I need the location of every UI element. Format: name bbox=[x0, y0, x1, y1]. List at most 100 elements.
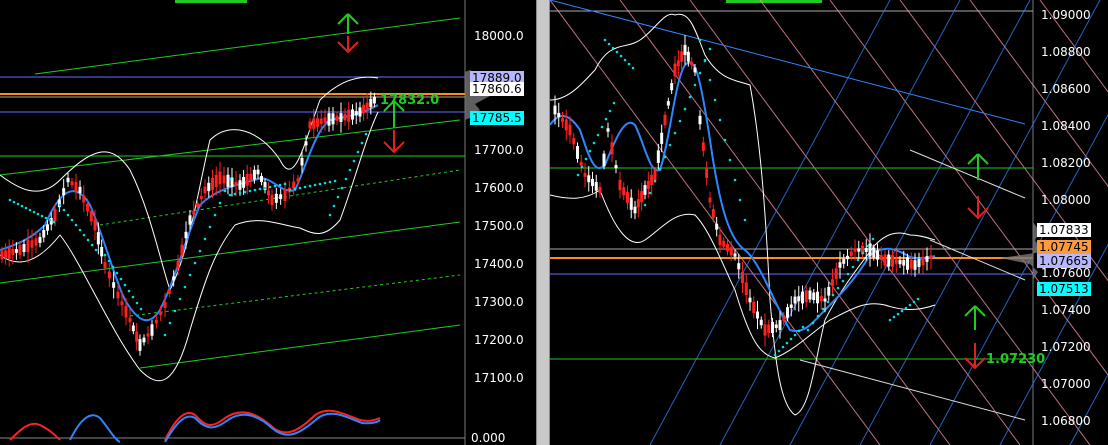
sar-dot bbox=[203, 237, 207, 241]
candle-body bbox=[142, 337, 146, 343]
sar-dot bbox=[78, 228, 82, 232]
sar-dot bbox=[66, 213, 70, 217]
y-axis-tick-label: 1.09000 bbox=[1041, 8, 1091, 22]
sar-dot bbox=[777, 349, 781, 353]
candle-body bbox=[300, 157, 304, 166]
sar-dot bbox=[74, 223, 78, 227]
candle-body bbox=[335, 115, 339, 121]
chart-tab-marker bbox=[726, 0, 822, 3]
up-arrow-icon bbox=[337, 13, 359, 34]
candle-body bbox=[26, 239, 30, 253]
candle-body bbox=[643, 185, 647, 195]
candle-body bbox=[150, 324, 154, 336]
candle-body bbox=[673, 63, 677, 77]
candle-body bbox=[196, 203, 199, 207]
sar-dot bbox=[111, 265, 115, 269]
candle-body bbox=[93, 219, 97, 231]
fan-line bbox=[789, 0, 1031, 445]
candle-body bbox=[207, 182, 211, 192]
candle-body bbox=[38, 237, 42, 243]
candle-body bbox=[576, 146, 579, 159]
sar-dot bbox=[90, 243, 94, 247]
sar-dot bbox=[12, 200, 16, 204]
candle-body bbox=[211, 178, 214, 190]
candle-body bbox=[100, 246, 104, 257]
sar-dot bbox=[781, 345, 785, 349]
candle-body bbox=[184, 231, 188, 239]
candle-body bbox=[741, 271, 744, 284]
candle-body bbox=[744, 282, 748, 296]
candle-body bbox=[804, 290, 808, 303]
sar-dot bbox=[607, 42, 611, 46]
candle-body bbox=[834, 268, 838, 280]
pane-divider[interactable] bbox=[536, 0, 550, 445]
candle-body bbox=[774, 324, 778, 329]
candle-body bbox=[270, 194, 274, 206]
candle-body bbox=[218, 171, 222, 185]
left-chart-canvas[interactable] bbox=[0, 0, 536, 445]
candle-body bbox=[159, 311, 163, 316]
trend-channel-bottom bbox=[139, 324, 461, 369]
sar-dot bbox=[678, 119, 682, 123]
candle-body bbox=[116, 291, 120, 299]
right-chart-pane[interactable]: 1.09000 1.08800 1.08600 1.08400 1.08200 1.080… bbox=[550, 0, 1108, 445]
sar-dot bbox=[821, 307, 825, 311]
price-tag: 17785.5 bbox=[470, 110, 524, 125]
candle-body bbox=[188, 215, 192, 225]
sar-dot bbox=[58, 203, 62, 207]
sar-dot bbox=[916, 297, 920, 301]
candle-body bbox=[670, 83, 674, 91]
sar-dot bbox=[773, 353, 777, 357]
candle-body bbox=[801, 291, 804, 304]
trend-channel-lower-dashed bbox=[129, 274, 461, 317]
candle-body bbox=[146, 333, 150, 337]
candle-body bbox=[633, 206, 637, 214]
sar-dot bbox=[643, 203, 647, 207]
y-axis-tick-label: 1.08200 bbox=[1041, 155, 1091, 170]
candle-body bbox=[369, 98, 373, 108]
candle-body bbox=[614, 165, 618, 169]
moving-average-line bbox=[0, 104, 379, 322]
candle-body bbox=[568, 124, 572, 136]
sar-dot bbox=[52, 220, 56, 224]
candle-body bbox=[698, 115, 702, 125]
sar-dot bbox=[48, 218, 52, 222]
price-tag: 1.07745 bbox=[1037, 239, 1091, 254]
candle-body bbox=[598, 187, 602, 193]
candle-body bbox=[782, 316, 786, 321]
sar-dot bbox=[127, 289, 131, 293]
candle-body bbox=[74, 181, 78, 192]
candle-body bbox=[767, 324, 771, 333]
candle-body bbox=[793, 296, 797, 304]
candle-body bbox=[283, 189, 287, 201]
candle-body bbox=[708, 197, 712, 203]
sar-dot bbox=[293, 187, 297, 191]
candle-body bbox=[42, 230, 46, 238]
candle-body bbox=[756, 311, 759, 319]
candle-body bbox=[323, 117, 327, 123]
sar-dot bbox=[797, 329, 801, 333]
candle-body bbox=[0, 250, 4, 260]
sar-dot bbox=[313, 183, 317, 187]
candle-body bbox=[917, 259, 921, 267]
sar-dot bbox=[851, 265, 855, 269]
candle-body bbox=[771, 321, 774, 334]
candle-body bbox=[107, 271, 111, 279]
candle-body bbox=[663, 114, 667, 126]
candle-body bbox=[591, 178, 594, 187]
sar-dot bbox=[218, 201, 222, 205]
candle-body bbox=[354, 111, 358, 116]
sar-dot bbox=[86, 238, 90, 242]
fan-line bbox=[719, 0, 961, 445]
sar-dot bbox=[20, 204, 24, 208]
candle-body bbox=[103, 261, 107, 269]
candle-body bbox=[135, 331, 139, 342]
sar-dot bbox=[908, 303, 912, 307]
right-chart-canvas[interactable] bbox=[550, 0, 1108, 445]
candle-body bbox=[646, 181, 650, 189]
sar-dot bbox=[871, 237, 875, 241]
sar-dot bbox=[258, 187, 262, 191]
left-chart-pane[interactable]: 18000.0 17700.0 17600.0 17500.0 17400.0 17300… bbox=[0, 0, 536, 445]
candle-body bbox=[636, 199, 640, 208]
candle-body bbox=[234, 181, 238, 186]
